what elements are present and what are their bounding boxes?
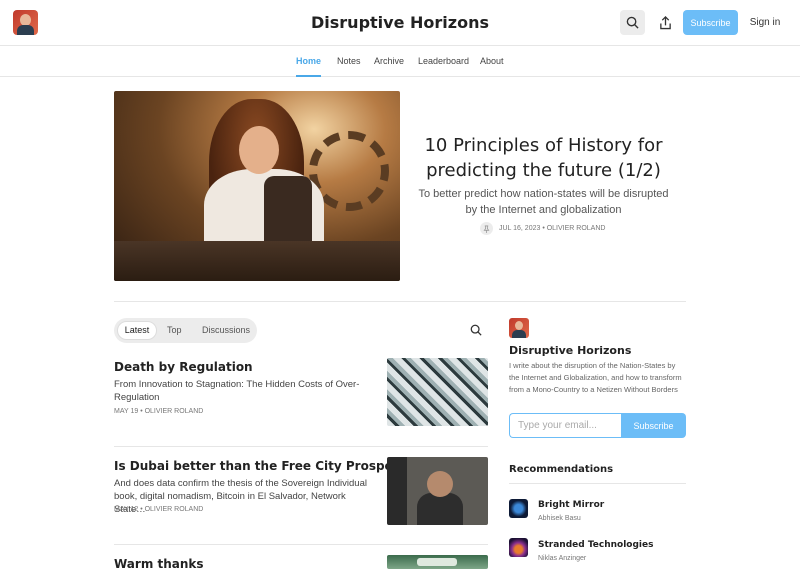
hero-image[interactable] — [114, 91, 400, 281]
thumb-person-torso — [417, 493, 463, 525]
sidebar-description: I write about the disruption of the Nati… — [509, 361, 682, 394]
recommendation-logo[interactable] — [509, 499, 528, 518]
post-search-button[interactable] — [467, 321, 485, 339]
hero-meta-text: JUL 16, 2023 • OLIVIER ROLAND — [499, 225, 606, 232]
post-meta: MAY 12 • OLIVIER ROLAND — [114, 506, 204, 513]
recommendations-heading: Recommendations — [509, 464, 614, 475]
post-title[interactable]: Is Dubai better than the Free City Prosp… — [114, 459, 418, 473]
hero-subtitle: To better predict how nation-states will… — [418, 188, 669, 216]
post-tabs: Latest Top Discussions — [114, 318, 257, 343]
search-button[interactable] — [620, 10, 645, 35]
sidebar-title[interactable]: Disruptive Horizons — [509, 344, 631, 357]
nav-item-leaderboard[interactable]: Leaderboard — [418, 46, 469, 77]
post-thumbnail[interactable] — [387, 358, 488, 426]
search-icon — [470, 324, 482, 336]
post-thumbnail[interactable] — [387, 457, 488, 525]
tab-top[interactable]: Top — [167, 321, 182, 340]
post-meta: MAY 19 • OLIVIER ROLAND — [114, 408, 204, 415]
section-divider — [114, 301, 686, 302]
sidebar-logo[interactable] — [509, 318, 529, 338]
hero-floor-shape — [114, 241, 400, 281]
tab-latest[interactable]: Latest — [117, 321, 157, 340]
recommendation-logo[interactable] — [509, 538, 528, 557]
hero-title[interactable]: 10 Principles of History for predicting … — [407, 133, 680, 183]
nav-item-about[interactable]: About — [480, 46, 504, 77]
hero-meta: JUL 16, 2023 • OLIVIER ROLAND — [480, 222, 620, 235]
post-thumbnail[interactable] — [387, 555, 488, 569]
share-icon — [659, 15, 671, 29]
nav-item-home[interactable]: Home — [296, 46, 322, 77]
nav-bar: Home Notes Archive Leaderboard About — [0, 46, 800, 77]
share-button[interactable] — [655, 10, 675, 35]
logo-face — [515, 321, 523, 330]
recommendation-name[interactable]: Stranded Technologies — [538, 540, 653, 550]
nav-item-archive[interactable]: Archive — [374, 46, 404, 77]
sign-in-button[interactable]: Sign in — [746, 10, 784, 35]
top-header: Disruptive Horizons Subscribe Sign in — [0, 0, 800, 46]
thumb-sign — [417, 558, 457, 566]
recommendation-name[interactable]: Bright Mirror — [538, 500, 604, 510]
site-title[interactable]: Disruptive Horizons — [0, 13, 800, 32]
tab-discussions[interactable]: Discussions — [202, 321, 250, 340]
pin-icon — [480, 222, 493, 235]
email-field[interactable] — [509, 413, 622, 438]
subscribe-button[interactable]: Subscribe — [683, 10, 738, 35]
hero-face-shape — [239, 126, 279, 174]
nav-item-notes[interactable]: Notes — [337, 46, 361, 77]
sidebar-subscribe-button[interactable]: Subscribe — [621, 413, 686, 438]
post-divider — [114, 544, 488, 545]
logo-body — [512, 330, 526, 338]
recommendation-author: Niklas Anzinger — [538, 555, 587, 562]
search-icon — [626, 16, 639, 29]
recommendations-divider — [509, 483, 686, 484]
post-divider — [114, 446, 488, 447]
post-subtitle: From Innovation to Stagnation: The Hidde… — [114, 379, 360, 403]
thumb-person-head — [427, 471, 453, 497]
recommendation-author: Abhisek Basu — [538, 515, 581, 522]
post-title[interactable]: Warm thanks — [114, 557, 204, 569]
post-title[interactable]: Death by Regulation — [114, 360, 253, 374]
